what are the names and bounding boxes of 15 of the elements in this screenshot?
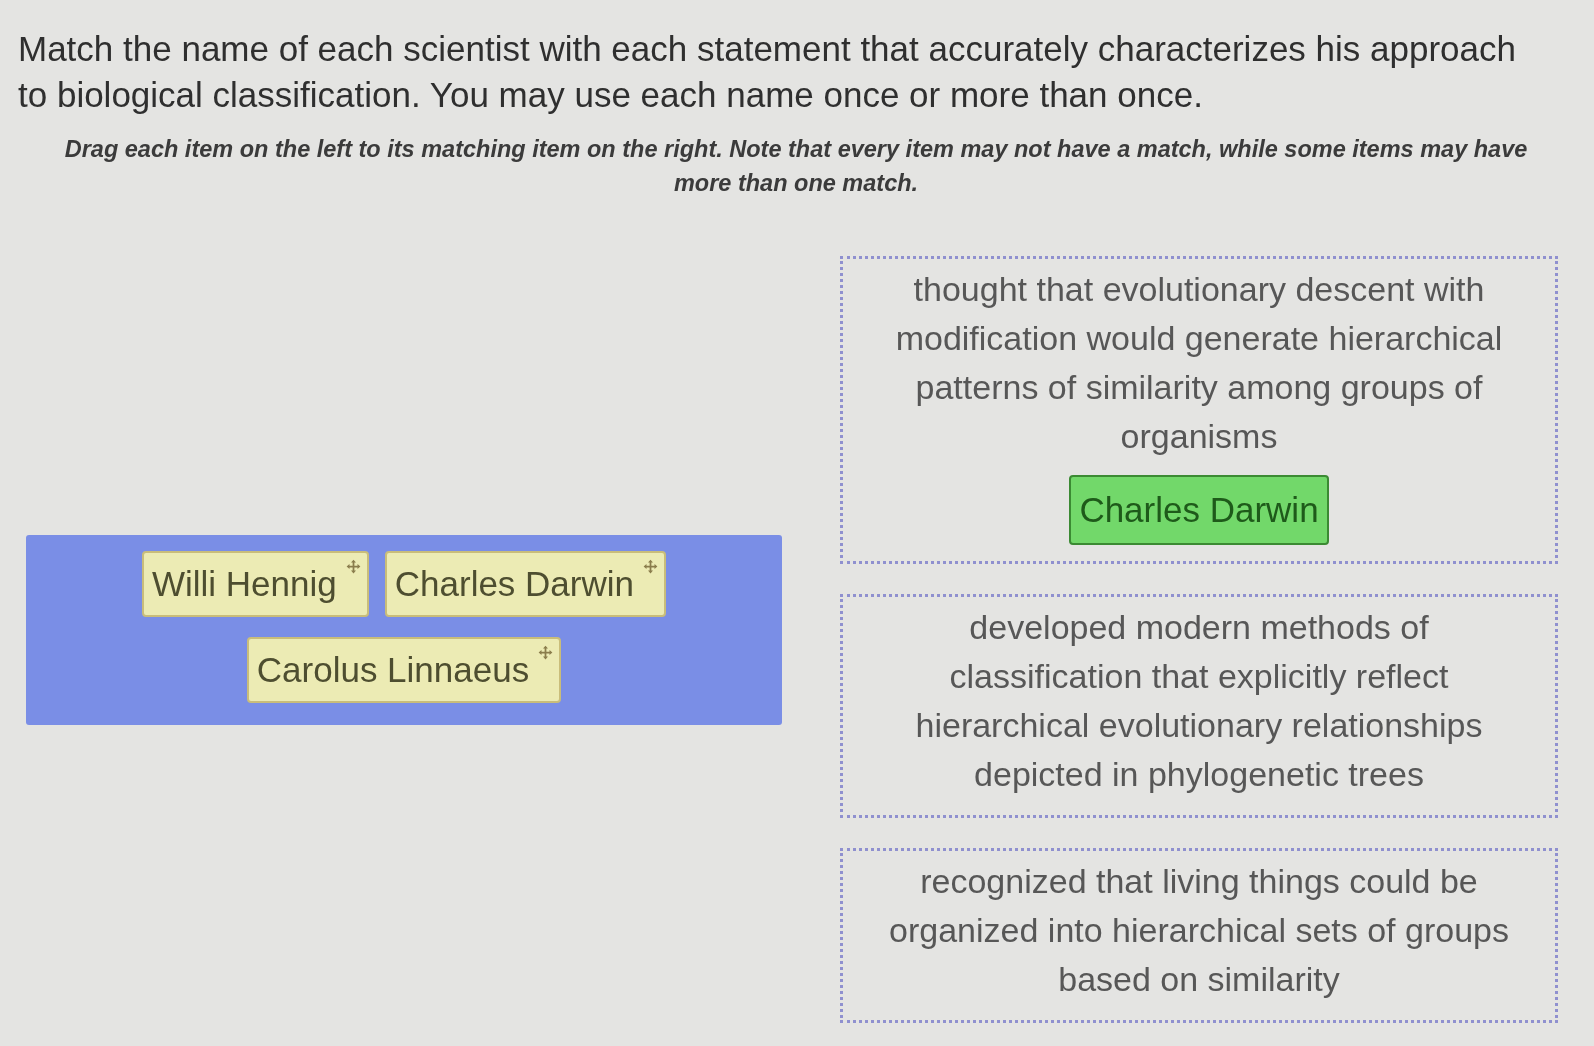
move-icon	[538, 644, 554, 660]
drag-item[interactable]: Charles Darwin	[384, 550, 666, 617]
statement-text: developed modern methods of classification that explicitly reflect hierarchical evolutionary relationships depicted in phylogenetic trees	[914, 607, 1484, 795]
drag-item[interactable]: Willi Hennig	[142, 550, 369, 617]
question-text: Match the name of each scientist with each statement that accurately characterizes his approach to biological classification. You may use each name once or more than once.	[18, 28, 1517, 116]
instructions-text: Drag each item on the left to its matching item on the right. Note that every item may not have a match, while some items may have more than one match.	[63, 135, 1529, 198]
drop-target[interactable]: recognized that living things could be organized into hierarchical sets of groups based on similarity	[840, 848, 1558, 1023]
statement-text: recognized that living things could be organized into hierarchical sets of groups based on similarity	[888, 861, 1510, 1000]
statement-text: thought that evolutionary descent with modification would generate hierarchical patterns of similarity among groups of organisms	[894, 269, 1504, 457]
placed-answer[interactable]: Charles Darwin	[1069, 475, 1329, 545]
move-icon	[643, 558, 658, 574]
move-icon	[345, 558, 361, 574]
drag-item[interactable]: Carolus Linnaeus	[246, 636, 562, 703]
drop-target[interactable]: thought that evolutionary descent with modification would generate hierarchical patterns of similarity among groups of organisms Charles Darwin	[840, 256, 1558, 564]
drop-target[interactable]: developed modern methods of classification that explicitly reflect hierarchical evolutionary relationships depicted in phylogenetic trees	[840, 594, 1558, 818]
